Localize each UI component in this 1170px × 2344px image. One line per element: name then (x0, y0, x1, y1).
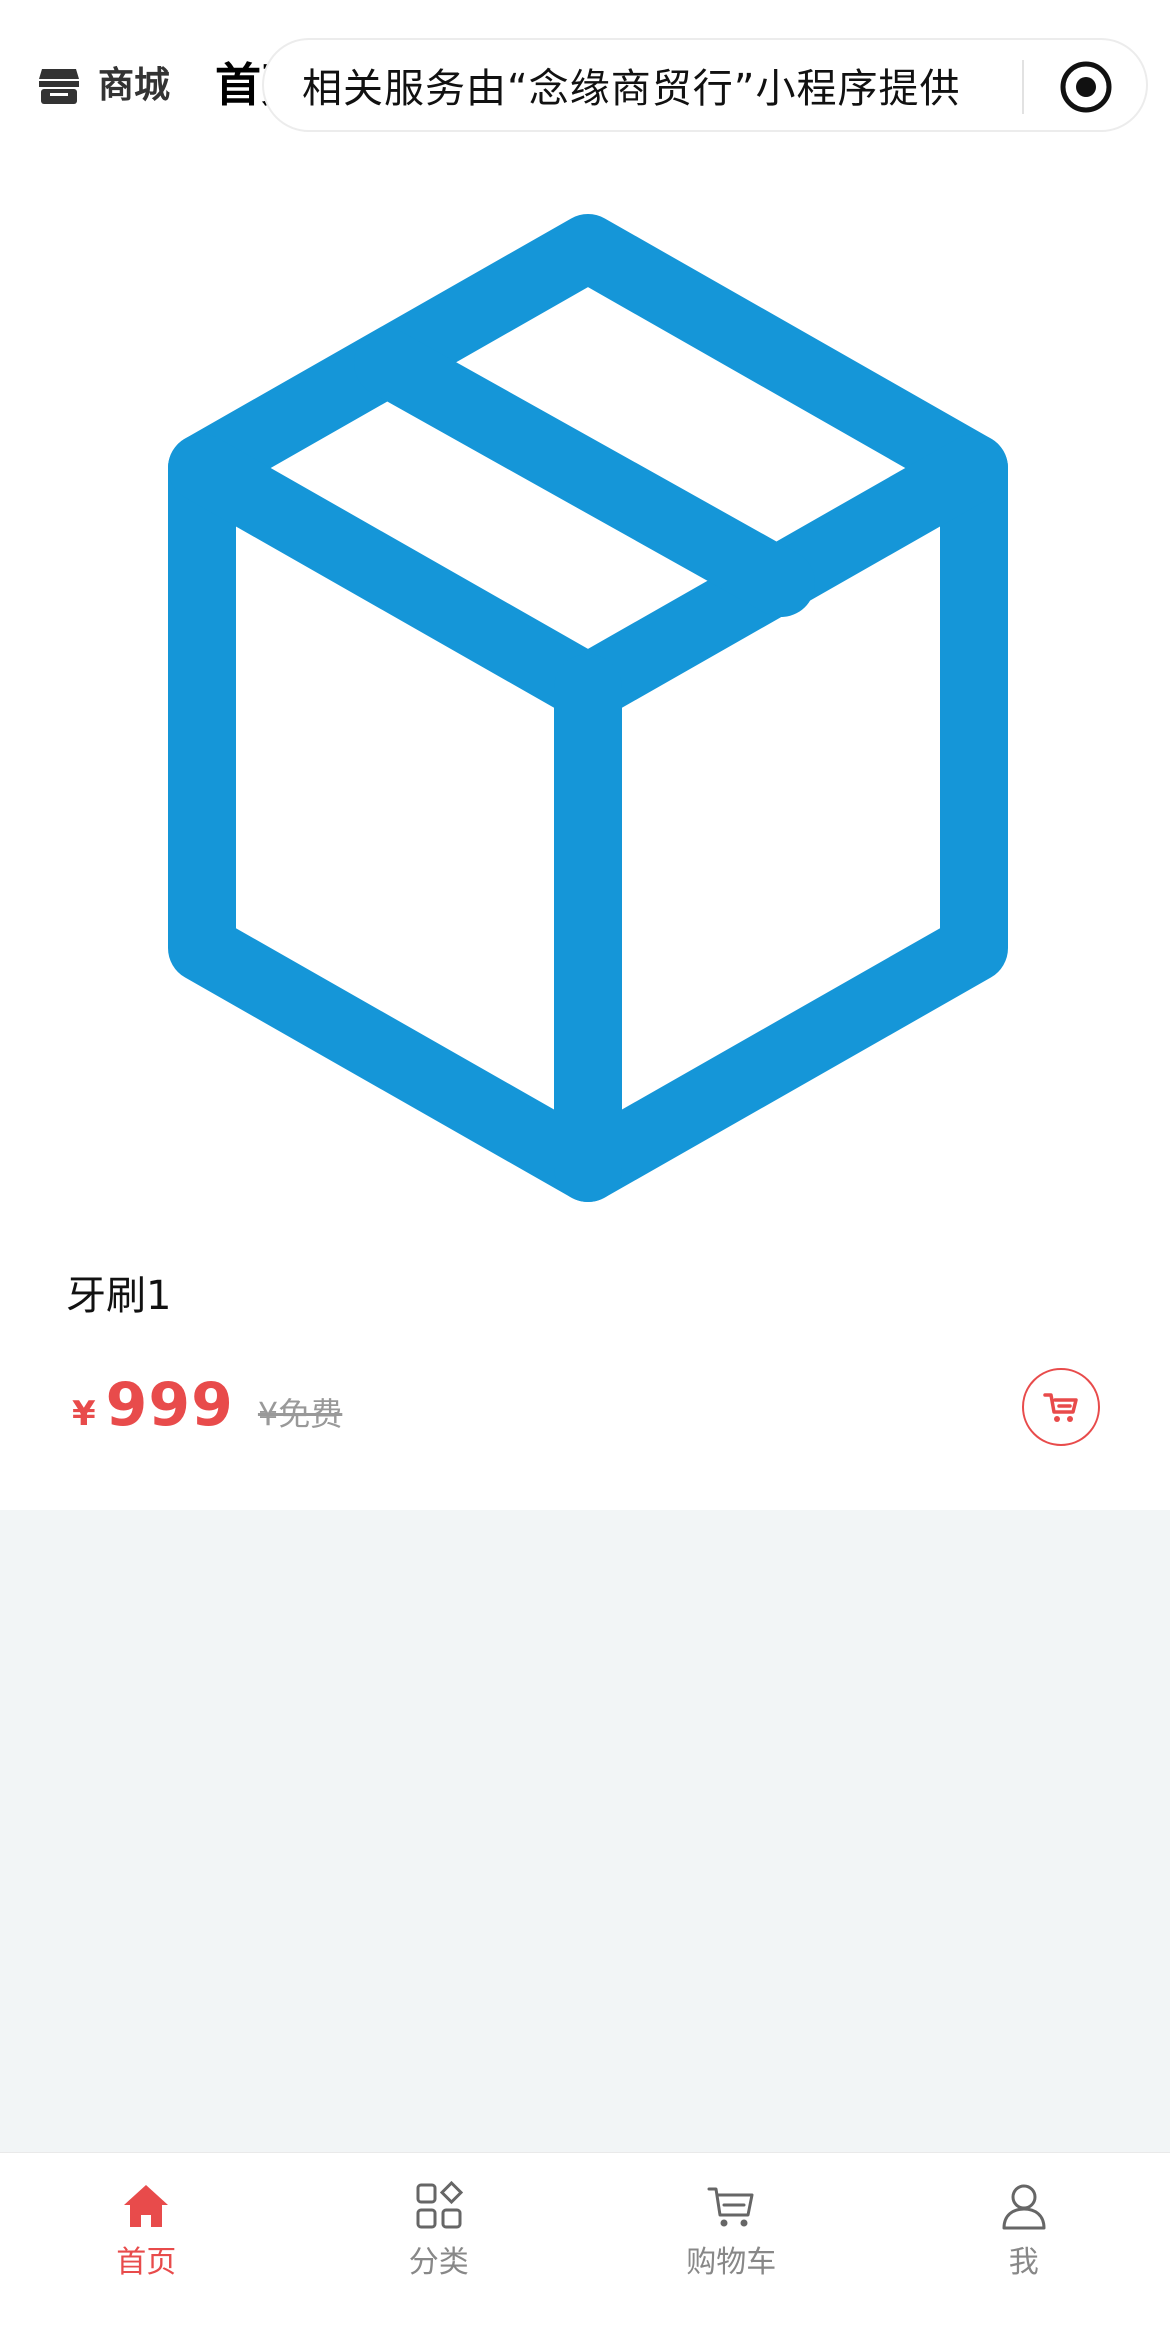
service-capsule[interactable]: 相关服务由“念缘商贸行”小程序提供 (262, 38, 1148, 132)
shop-icon (36, 63, 82, 109)
service-notice: 相关服务由“念缘商贸行”小程序提供 (302, 56, 992, 114)
capsule-divider (1022, 60, 1024, 114)
cart-add-icon (1039, 1385, 1083, 1429)
tab-home-label: 首页 (116, 2243, 176, 2283)
home-icon (119, 2179, 173, 2233)
tab-home[interactable]: 首页 (0, 2153, 293, 2344)
tab-cart-label: 购物车 (686, 2243, 776, 2283)
product-name[interactable]: 牙刷1 (66, 1266, 171, 1326)
cart-icon (704, 2179, 758, 2233)
original-price: ¥免费 (258, 1389, 342, 1435)
currency-symbol: ¥ (72, 1394, 96, 1434)
category-icon (412, 2179, 466, 2233)
add-to-cart-button[interactable] (1022, 1368, 1100, 1446)
user-icon (997, 2179, 1051, 2233)
tab-cart[interactable]: 购物车 (585, 2153, 878, 2344)
box-icon (148, 208, 1028, 1208)
tab-me[interactable]: 我 (878, 2153, 1170, 2344)
brand-label: 商城 (98, 56, 170, 116)
top-header: 商城 首页 相关服务由“念缘商贸行”小程序提供 (0, 0, 1170, 170)
product-price: 999 (106, 1370, 234, 1440)
bottom-tabbar: 首页 分类 购物车 我 (0, 2152, 1170, 2344)
tab-category-label: 分类 (409, 2243, 469, 2283)
target-icon[interactable] (1059, 60, 1113, 114)
price-row: ¥ 999 ¥免费 (72, 1370, 342, 1450)
shop-brand[interactable]: 商城 (36, 56, 170, 116)
product-card[interactable]: 牙刷1 ¥ 999 ¥免费 (0, 170, 1170, 1510)
tab-me-label: 我 (1009, 2243, 1039, 2283)
tab-category[interactable]: 分类 (293, 2153, 586, 2344)
